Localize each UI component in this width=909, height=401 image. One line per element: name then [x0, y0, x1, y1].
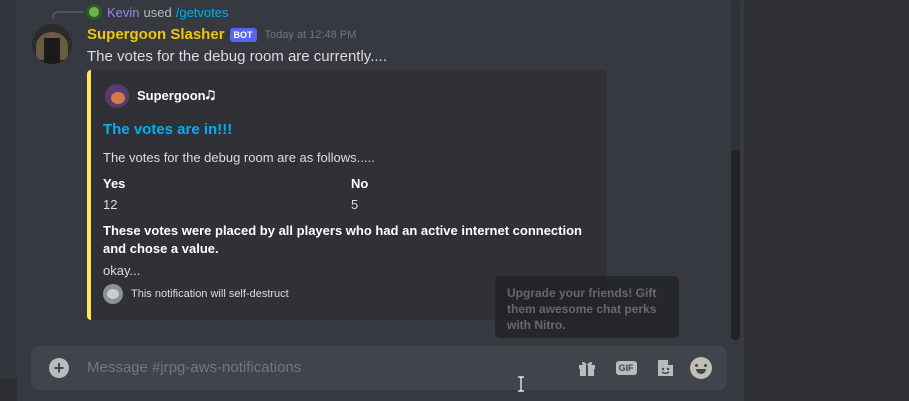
left-strip-bottom: [0, 379, 17, 401]
field-value: 12: [103, 197, 118, 212]
message-text: The votes for the debug room are current…: [87, 48, 387, 65]
reply-verb: used: [143, 4, 172, 20]
field-value: 5: [351, 197, 359, 212]
embed-footer-text: This notification will self-destruct: [131, 288, 289, 300]
reply-username[interactable]: Kevin: [107, 5, 140, 20]
emoji-icon[interactable]: [689, 356, 713, 380]
embed-author: Supergoon🎝: [105, 84, 215, 108]
bot-badge: BOT: [229, 27, 257, 42]
reply-connector: [52, 11, 84, 19]
command-reply[interactable]: Kevin used /getvotes: [86, 4, 229, 20]
nitro-tooltip: Upgrade your friends! Gift them awesome …: [495, 276, 679, 338]
scrollbar-thumb[interactable]: [731, 150, 740, 340]
footer-icon: [103, 284, 123, 304]
field-name: No: [351, 176, 369, 191]
reply-command[interactable]: /getvotes: [176, 5, 229, 20]
embed-author-name: Supergoon🎝: [137, 88, 215, 103]
message-timestamp: Today at 12:48 PM: [264, 28, 357, 41]
message-composer[interactable]: + Message #jrpg-aws-notifications GIF: [31, 346, 727, 390]
right-panel: [744, 0, 909, 401]
message-input[interactable]: Message #jrpg-aws-notifications: [87, 359, 301, 376]
gift-icon-svg: [579, 361, 595, 376]
emoji-face-icon: [690, 357, 712, 379]
add-attachment-button[interactable]: +: [49, 358, 69, 378]
bot-avatar[interactable]: [32, 24, 72, 64]
left-strip: [0, 0, 17, 401]
embed-title: The votes are in!!!: [103, 121, 233, 138]
embed-field-yes: Yes 12: [103, 176, 125, 212]
text-cursor-icon: [518, 376, 524, 392]
reply-avatar[interactable]: [86, 4, 102, 20]
embed-field-note: These votes were placed by all players w…: [103, 222, 593, 280]
gift-icon[interactable]: [575, 356, 599, 380]
field-name: Yes: [103, 176, 126, 191]
field-name: These votes were placed by all players w…: [103, 223, 582, 256]
sticker-icon[interactable]: [653, 356, 677, 380]
embed-field-no: No 5: [351, 176, 368, 212]
gif-label: GIF: [615, 361, 637, 375]
author-icon: [105, 84, 129, 108]
sticker-icon-svg: [658, 360, 673, 376]
bot-username[interactable]: Supergoon Slasher: [87, 26, 225, 43]
gif-button[interactable]: GIF: [614, 356, 638, 380]
message-header: Supergoon Slasher BOT Today at 12:48 PM: [87, 26, 356, 43]
embed-description: The votes for the debug room are as foll…: [103, 150, 375, 165]
embed-footer: This notification will self-destruct: [103, 284, 289, 304]
